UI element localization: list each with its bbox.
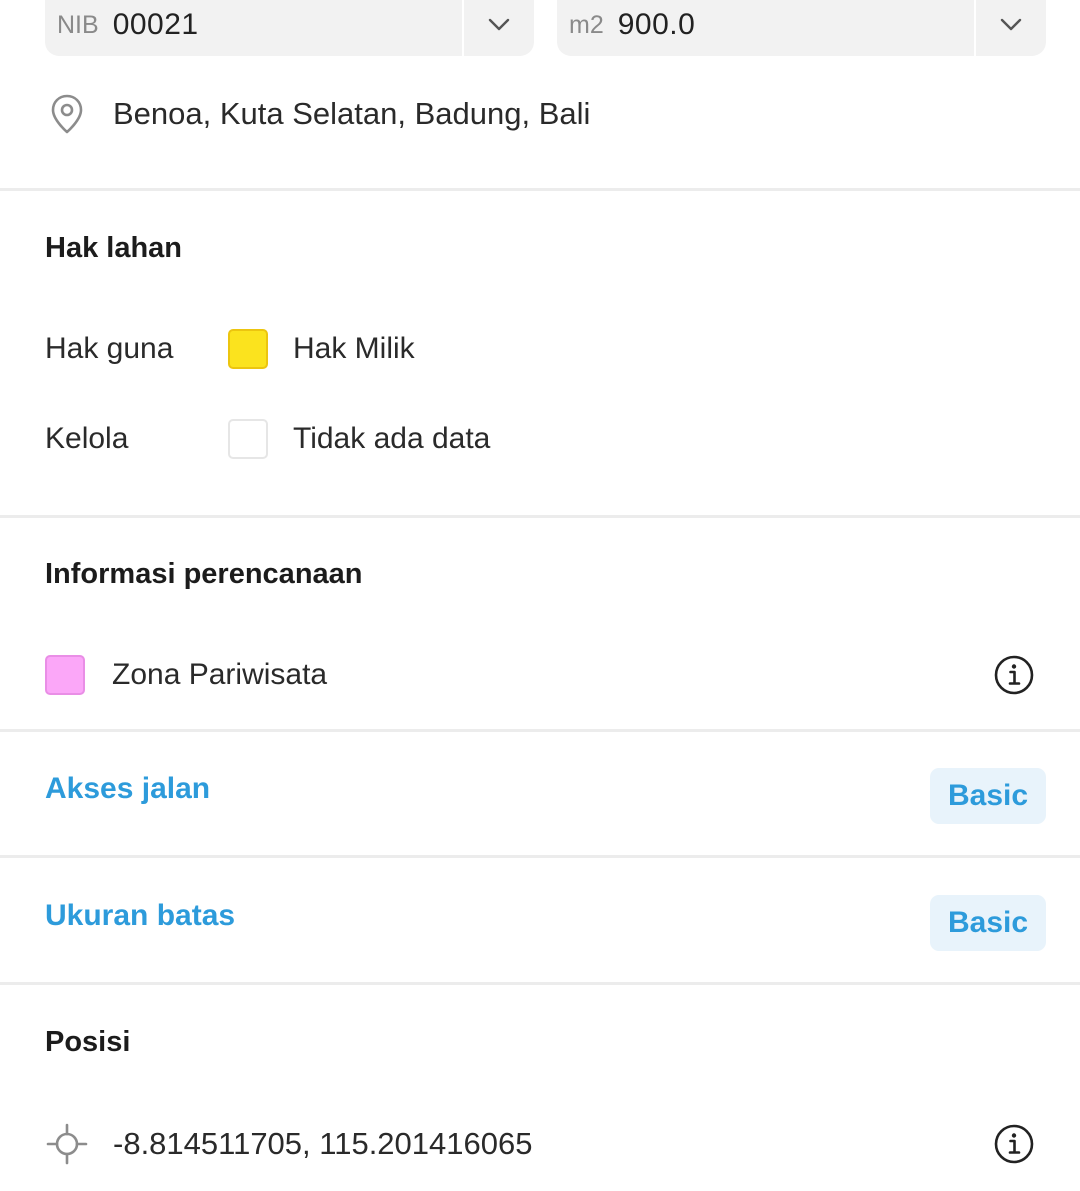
area-dropdown-button[interactable] <box>976 0 1046 56</box>
section-divider <box>0 515 1080 518</box>
land-right-color-swatch <box>228 329 268 369</box>
nib-selector[interactable]: NIB 00021 <box>45 0 534 56</box>
land-right-label: Hak guna <box>45 332 174 365</box>
boundary-size-basic-badge[interactable]: Basic <box>930 895 1046 951</box>
zone-color-swatch <box>45 655 85 695</box>
area-value: 900.0 <box>617 8 696 41</box>
road-access-link[interactable]: Akses jalan <box>45 772 210 806</box>
area-unit-prefix: m2 <box>569 10 604 39</box>
land-right-row: Kelola Tidak ada data <box>45 415 1035 463</box>
nib-prefix: NIB <box>57 10 99 39</box>
info-icon[interactable] <box>993 654 1035 696</box>
land-right-value: Tidak ada data <box>293 422 491 455</box>
land-rights-title: Hak lahan <box>45 232 182 264</box>
planning-title: Informasi perencanaan <box>45 558 363 590</box>
nib-dropdown-button[interactable] <box>464 0 534 56</box>
location-address: Benoa, Kuta Selatan, Badung, Bali <box>113 96 591 131</box>
chevron-down-icon <box>1000 18 1022 31</box>
nib-field[interactable]: NIB 00021 <box>45 0 462 56</box>
road-access-basic-badge[interactable]: Basic <box>930 768 1046 824</box>
coordinates-value: -8.814511705, 115.201416065 <box>113 1126 533 1161</box>
area-field[interactable]: m2 900.0 <box>557 0 974 56</box>
boundary-size-link[interactable]: Ukuran batas <box>45 899 235 933</box>
land-right-color-swatch <box>228 419 268 459</box>
info-icon[interactable] <box>993 1123 1035 1165</box>
section-divider <box>0 855 1080 858</box>
zone-label: Zona Pariwisata <box>112 658 328 691</box>
section-divider <box>0 188 1080 191</box>
parcel-detail-panel: NIB 00021 m2 900.0 Benoa, Kuta Selatan, … <box>0 0 1080 1191</box>
location-row: Benoa, Kuta Selatan, Badung, Bali <box>45 88 1035 140</box>
land-right-label: Kelola <box>45 422 129 455</box>
map-pin-icon <box>45 93 89 135</box>
land-right-value: Hak Milik <box>293 332 415 365</box>
section-divider <box>0 729 1080 732</box>
crosshair-icon <box>45 1123 89 1165</box>
nib-value: 00021 <box>112 8 199 41</box>
chevron-down-icon <box>488 18 510 31</box>
coordinates-row: -8.814511705, 115.201416065 <box>45 1118 1035 1170</box>
area-selector[interactable]: m2 900.0 <box>557 0 1046 56</box>
zone-row: Zona Pariwisata <box>45 651 1035 699</box>
land-right-row: Hak guna Hak Milik <box>45 325 1035 373</box>
position-title: Posisi <box>45 1026 131 1058</box>
section-divider <box>0 982 1080 985</box>
